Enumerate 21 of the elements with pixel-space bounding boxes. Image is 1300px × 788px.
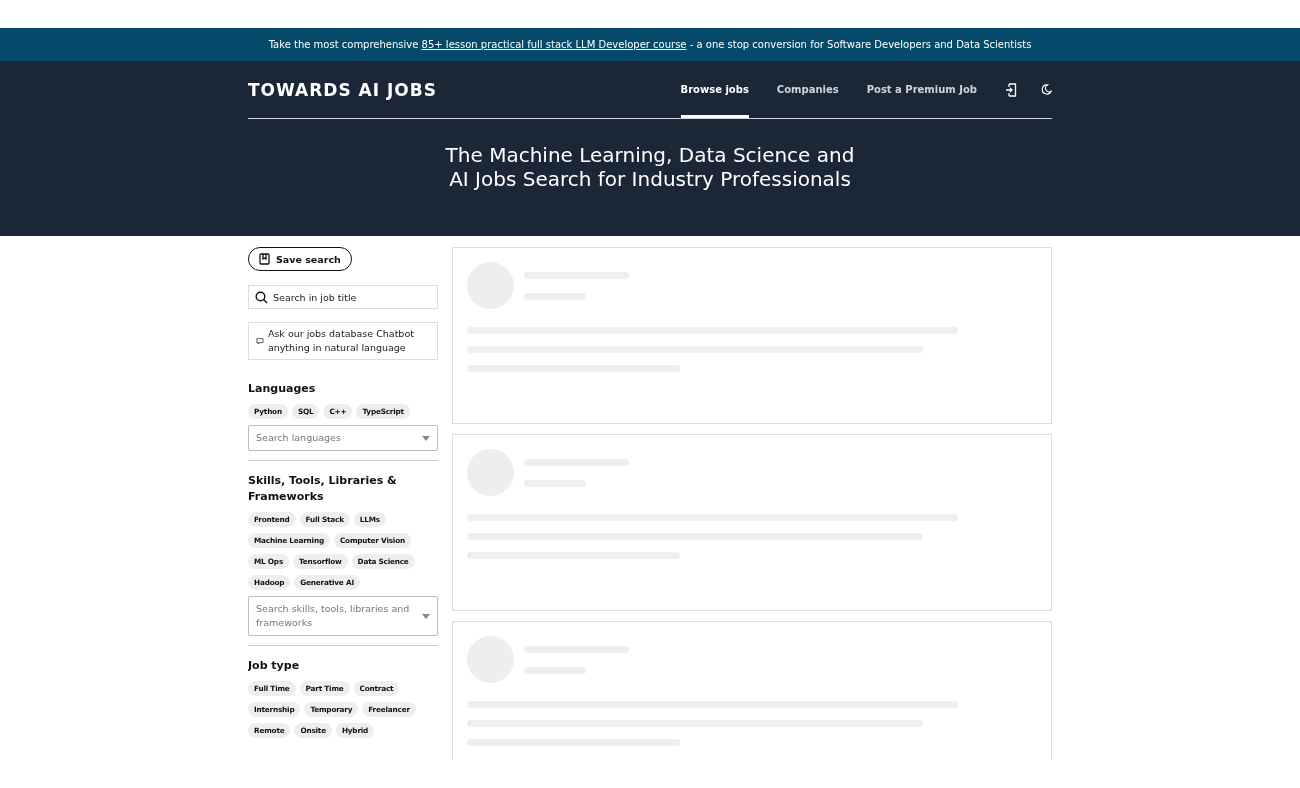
filter-heading: Skills, Tools, Libraries & Frameworks (248, 473, 398, 505)
sign-in-icon[interactable] (1005, 82, 1017, 97)
banner-text: Take the most comprehensive 85+ lesson practical full stack LLM Developer course - a one stop conversion for Software Developers and Data Scientists (268, 39, 1032, 50)
logo[interactable]: TOWARDS AI JOBS (248, 79, 437, 100)
filter-heading: Job type (248, 658, 301, 674)
course-link[interactable]: 85+ lesson practical full stack LLM Developer course (421, 39, 687, 50)
caret-icon (422, 613, 430, 619)
bookmark-icon (259, 253, 270, 265)
nav-link[interactable]: Post a Premium Job (866, 61, 977, 118)
filter-dropdown[interactable]: Search languages (248, 425, 438, 451)
filter-dropdown[interactable]: Search skills, tools, libraries and frameworks (248, 596, 438, 636)
search-icon (255, 291, 268, 304)
page-title: The Machine Learning, Data Science and AI Jobs Search for Industry Professionals (444, 143, 856, 191)
filter-heading: Languages (248, 381, 317, 397)
chatbot-button[interactable]: Ask our jobs database Chatbot anything in natural language (248, 322, 438, 360)
nav-link[interactable]: Browse jobs (680, 61, 749, 118)
save-search-button[interactable]: Save search (248, 247, 352, 271)
caret-icon (422, 435, 430, 441)
search-field[interactable]: Search in job title (248, 285, 438, 309)
nav-link[interactable]: Companies (776, 61, 839, 118)
moon-icon[interactable] (1041, 84, 1052, 95)
